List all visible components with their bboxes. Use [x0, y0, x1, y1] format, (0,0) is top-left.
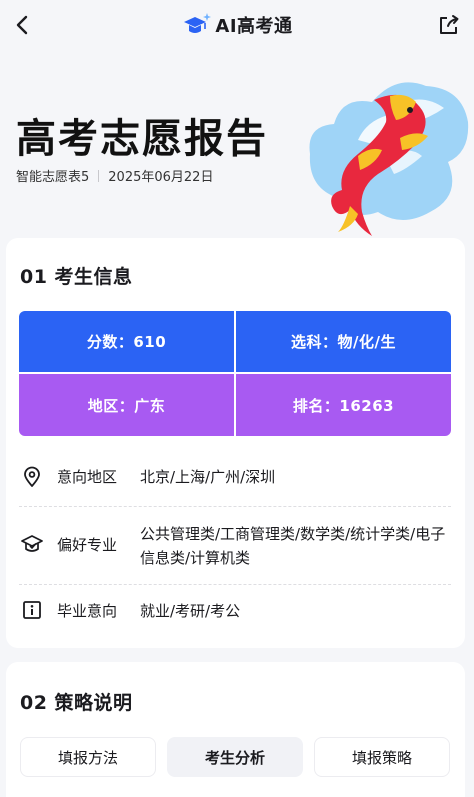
pref-row-region: 意向地区 北京/上海/广州/深圳 [19, 465, 451, 489]
brand-logo-icon [184, 13, 212, 33]
subjects-cell: 选科：物/化/生 [236, 311, 451, 372]
pref-row-major: 偏好专业 公共管理类/工商管理类/数学类/统计学类/电子信息类/计算机类 [19, 522, 451, 570]
row-divider [19, 584, 451, 585]
student-info-grid: 分数：610 选科：物/化/生 地区：广东 排名：16263 [19, 311, 451, 436]
report-date: 2025年06月22日 [108, 170, 214, 185]
section-title-strategy: 02 策略说明 [20, 692, 133, 714]
info-box-icon [19, 599, 45, 623]
pref-value: 北京/上海/广州/深圳 [140, 468, 276, 486]
location-pin-icon [19, 465, 45, 489]
table-name: 智能志愿表5 [16, 170, 90, 185]
region-cell: 地区：广东 [19, 374, 234, 436]
student-info-card: 01 考生信息 分数：610 选科：物/化/生 地区：广东 排名：16263 意… [6, 238, 465, 648]
row-divider [19, 506, 451, 507]
score-cell: 分数：610 [19, 311, 234, 372]
tab-fill-strategy[interactable]: 填报策略 [314, 737, 450, 777]
pref-label: 意向地区 [57, 468, 118, 486]
meta-divider [98, 169, 100, 182]
report-meta: 智能志愿表5 2025年06月22日 [16, 166, 213, 185]
brand: AI高考通 [0, 12, 474, 38]
tab-fill-method[interactable]: 填报方法 [20, 737, 156, 777]
section-title-student-info: 01 考生信息 [20, 266, 133, 288]
pref-row-graduation: 毕业意向 就业/考研/考公 [19, 599, 451, 623]
brand-name: AI高考通 [215, 16, 293, 37]
share-button[interactable] [432, 8, 466, 42]
share-icon [440, 15, 459, 34]
koi-fish-illustration [309, 82, 469, 236]
pref-value: 就业/考研/考公 [140, 602, 241, 620]
strategy-tabs: 填报方法 考生分析 填报策略 [20, 737, 450, 777]
pref-label: 毕业意向 [57, 602, 118, 620]
graduation-cap-icon [19, 522, 45, 570]
pref-value: 公共管理类/工商管理类/数学类/统计学类/电子信息类/计算机类 [140, 525, 446, 567]
tab-student-analysis[interactable]: 考生分析 [167, 737, 303, 777]
rank-cell: 排名：16263 [236, 374, 451, 436]
pref-label: 偏好专业 [57, 536, 118, 554]
strategy-card: 02 策略说明 填报方法 考生分析 填报策略 [6, 662, 465, 797]
page-title: 高考志愿报告 [16, 116, 268, 162]
top-bar: AI高考通 [0, 0, 474, 52]
